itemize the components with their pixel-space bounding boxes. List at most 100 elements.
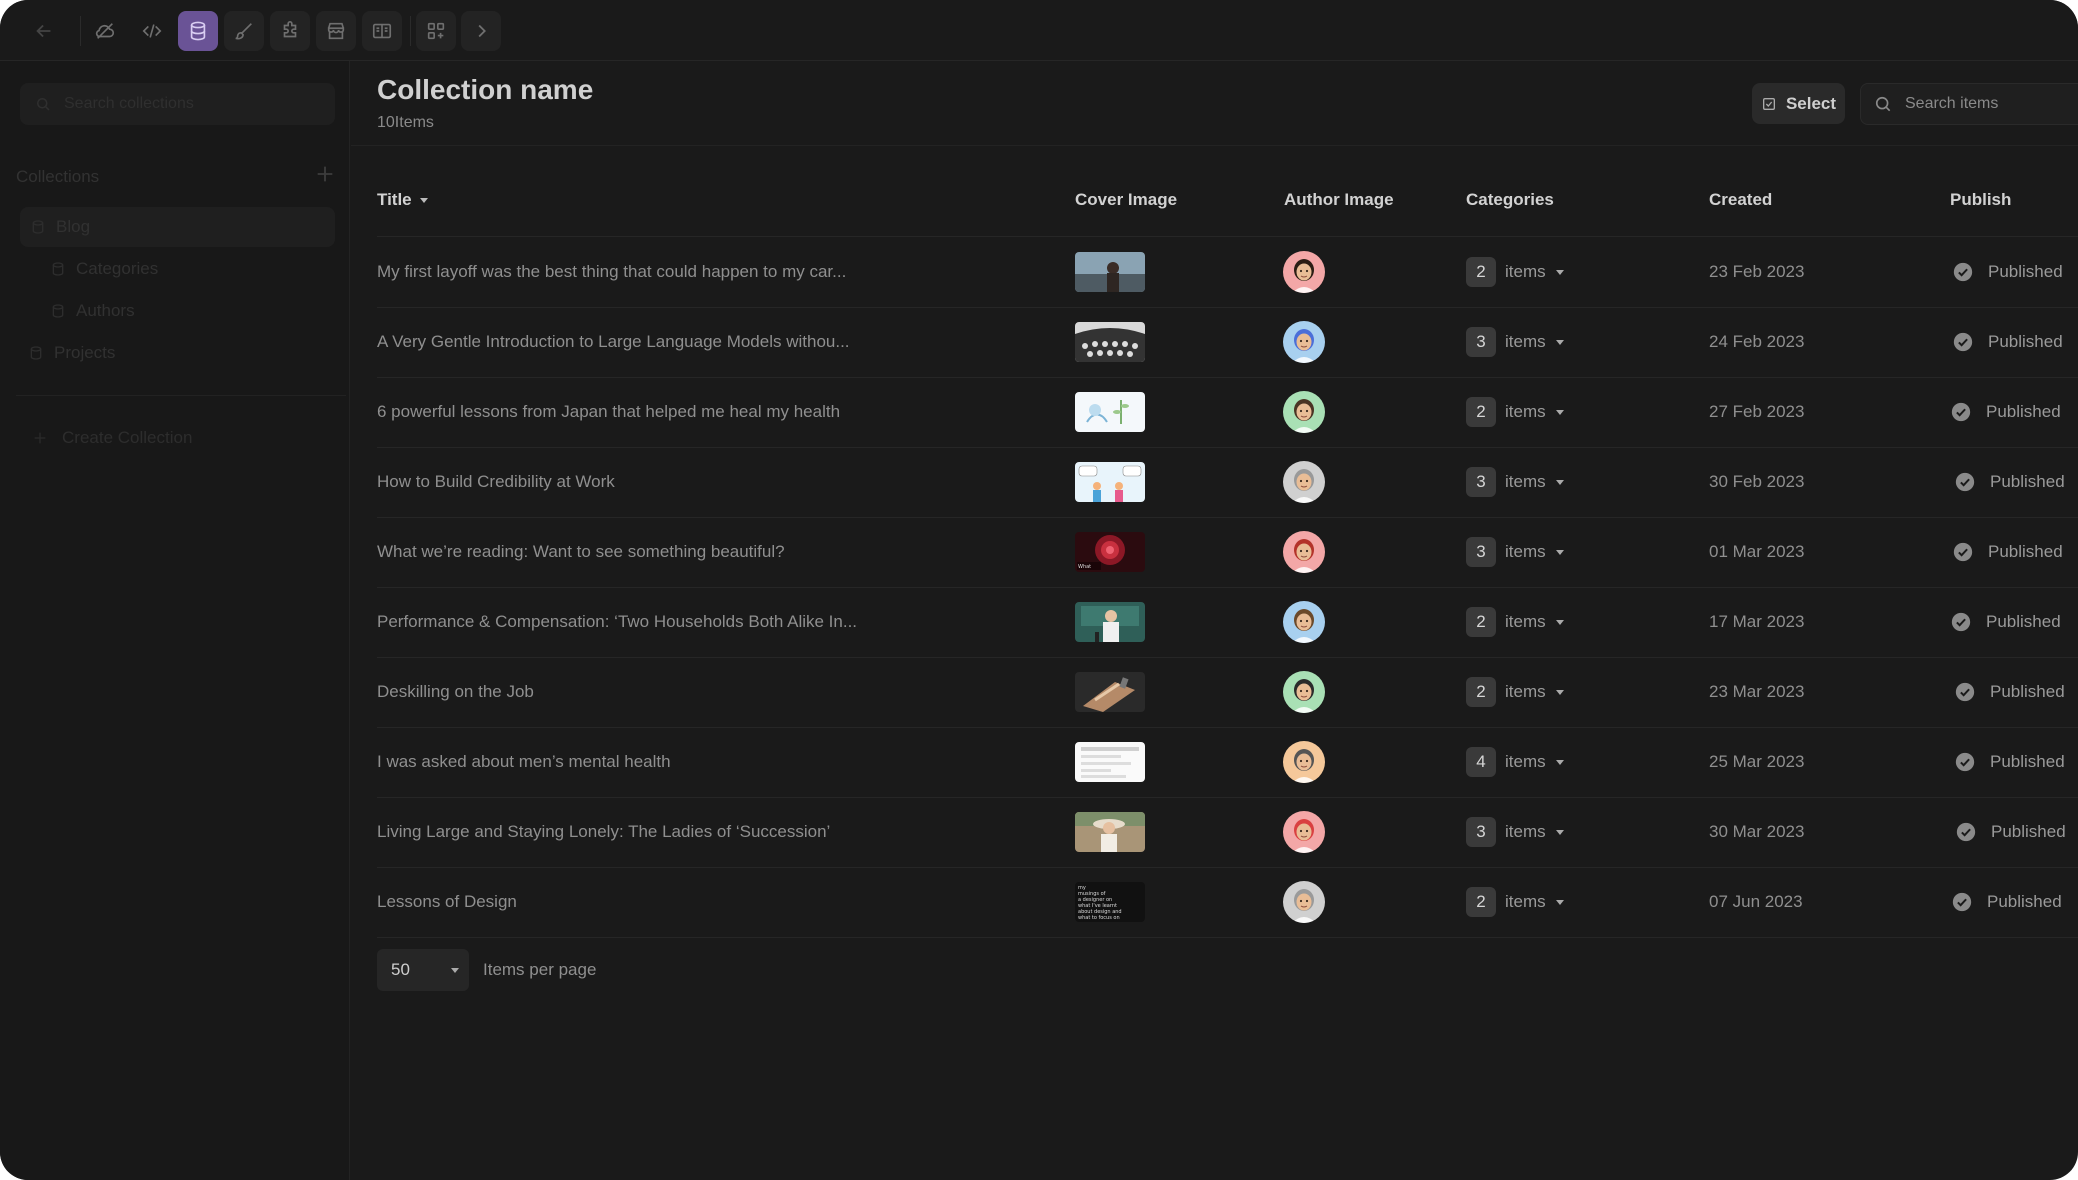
select-button[interactable]: Select bbox=[1752, 83, 1845, 124]
row-title[interactable]: What we’re reading: Want to see somethin… bbox=[377, 517, 785, 587]
table-row[interactable]: 6 powerful lessons from Japan that helpe… bbox=[0, 377, 2078, 447]
code-icon[interactable] bbox=[132, 11, 172, 51]
row-title[interactable]: Deskilling on the Job bbox=[377, 657, 534, 727]
check-circle-icon bbox=[1951, 402, 1971, 422]
category-count-badge: 3 bbox=[1466, 537, 1496, 567]
collections-search-placeholder: Search collections bbox=[64, 95, 194, 112]
author-image-cell bbox=[1283, 237, 1325, 307]
categories-dropdown[interactable]: 3 items bbox=[1466, 517, 1566, 587]
author-image-cell bbox=[1283, 587, 1325, 657]
status-badge: Published bbox=[1988, 542, 2063, 561]
brush-icon[interactable] bbox=[224, 11, 264, 51]
back-arrow-icon[interactable] bbox=[24, 11, 64, 51]
categories-dropdown[interactable]: 2 items bbox=[1466, 377, 1566, 447]
caret-down-icon bbox=[1555, 410, 1564, 415]
publish-status: Published bbox=[1954, 447, 2065, 517]
search-items-input[interactable]: Search items bbox=[1860, 83, 2078, 125]
category-items-label: items bbox=[1505, 612, 1546, 631]
row-title[interactable]: I was asked about men’s mental health bbox=[377, 727, 671, 797]
avatar bbox=[1283, 811, 1325, 853]
avatar bbox=[1283, 321, 1325, 363]
categories-dropdown[interactable]: 2 items bbox=[1466, 867, 1566, 937]
page-title: Collection name bbox=[377, 74, 594, 105]
check-circle-icon bbox=[1955, 682, 1975, 702]
categories-dropdown[interactable]: 3 items bbox=[1466, 447, 1566, 517]
table-row[interactable]: Lessons of Design my musings of a designer … bbox=[0, 867, 2078, 937]
table-row[interactable]: I was asked about men’s mental health 4 it… bbox=[0, 727, 2078, 797]
publish-status: Published bbox=[1950, 587, 2061, 657]
apps-add-icon[interactable] bbox=[416, 11, 456, 51]
categories-dropdown[interactable]: 3 items bbox=[1466, 797, 1566, 867]
search-icon bbox=[1875, 96, 1891, 112]
toolbar-divider bbox=[80, 16, 81, 46]
created-date: 23 Mar 2023 bbox=[1709, 682, 1805, 701]
created-date: 30 Feb 2023 bbox=[1709, 472, 1805, 491]
publish-status: Published bbox=[1952, 517, 2063, 587]
status-badge: Published bbox=[1990, 752, 2065, 771]
database-icon bbox=[32, 220, 44, 234]
items-per-page-select[interactable]: 50 bbox=[377, 949, 469, 991]
toolbar-divider bbox=[410, 16, 411, 46]
book-icon[interactable] bbox=[362, 11, 402, 51]
created-date: 17 Mar 2023 bbox=[1709, 612, 1805, 631]
table-row[interactable]: Living Large and Staying Lonely: The Lad… bbox=[0, 797, 2078, 867]
table-row[interactable]: What we’re reading: Want to see somethin… bbox=[0, 517, 2078, 587]
category-items-label: items bbox=[1505, 892, 1546, 911]
cover-image-cell bbox=[1075, 447, 1145, 517]
created-date: 24 Feb 2023 bbox=[1709, 332, 1805, 351]
items-per-page-value: 50 bbox=[391, 960, 410, 979]
table-row[interactable]: A Very Gentle Introduction to Large Lang… bbox=[0, 307, 2078, 377]
row-title[interactable]: My first layoff was the best thing that … bbox=[377, 237, 846, 307]
cover-image-cell bbox=[1075, 377, 1145, 447]
row-title[interactable]: Performance & Compensation: ‘Two Househo… bbox=[377, 587, 857, 657]
author-image-cell bbox=[1283, 727, 1325, 797]
categories-dropdown[interactable]: 3 items bbox=[1466, 307, 1566, 377]
database-icon[interactable] bbox=[178, 11, 218, 51]
table-row[interactable]: Deskilling on the Job 2 items 23 Mar 2023 Pu… bbox=[0, 657, 2078, 727]
categories-dropdown[interactable]: 2 items bbox=[1466, 657, 1566, 727]
search-icon bbox=[37, 98, 50, 111]
created-date: 23 Feb 2023 bbox=[1709, 262, 1805, 281]
avatar bbox=[1283, 251, 1325, 293]
add-collection-icon[interactable] bbox=[314, 163, 336, 185]
status-badge: Published bbox=[1988, 332, 2063, 351]
chevron-right-icon[interactable] bbox=[461, 11, 501, 51]
categories-dropdown[interactable]: 2 items bbox=[1466, 237, 1566, 307]
cover-image-thumbnail bbox=[1075, 322, 1145, 362]
category-count-badge: 3 bbox=[1466, 817, 1496, 847]
table-row[interactable]: Performance & Compensation: ‘Two Househo… bbox=[0, 587, 2078, 657]
category-count-badge: 4 bbox=[1466, 747, 1496, 777]
cover-image-thumbnail: my musings of a designer on what I've learn… bbox=[1075, 882, 1145, 922]
store-icon[interactable] bbox=[316, 11, 356, 51]
row-title[interactable]: A Very Gentle Introduction to Large Lang… bbox=[377, 307, 850, 377]
category-count-badge: 2 bbox=[1466, 677, 1496, 707]
category-items-label: items bbox=[1505, 542, 1546, 561]
svg-text:what to focus on: what to focus on bbox=[1078, 915, 1120, 921]
check-circle-icon bbox=[1953, 332, 1973, 352]
cover-image-cell bbox=[1075, 797, 1145, 867]
check-circle-icon bbox=[1951, 612, 1971, 632]
caret-down-icon bbox=[1555, 900, 1564, 905]
cover-image-cell bbox=[1075, 307, 1145, 377]
collections-search-input[interactable]: Search collections bbox=[20, 83, 335, 125]
check-circle-icon bbox=[1955, 472, 1975, 492]
created-date: 25 Mar 2023 bbox=[1709, 752, 1805, 771]
collections-heading: Collections bbox=[16, 167, 100, 186]
column-header-author-image: Author Image bbox=[1284, 190, 1394, 209]
column-header-categories: Categories bbox=[1466, 190, 1554, 209]
table-row[interactable]: My first layoff was the best thing that … bbox=[0, 237, 2078, 307]
cloud-icon[interactable] bbox=[85, 11, 125, 51]
check-circle-icon bbox=[1955, 752, 1975, 772]
avatar bbox=[1283, 461, 1325, 503]
row-title[interactable]: How to Build Credibility at Work bbox=[377, 447, 615, 517]
row-title[interactable]: 6 powerful lessons from Japan that helpe… bbox=[377, 377, 840, 447]
puzzle-icon[interactable] bbox=[270, 11, 310, 51]
row-title[interactable]: Living Large and Staying Lonely: The Lad… bbox=[377, 797, 830, 867]
row-title[interactable]: Lessons of Design bbox=[377, 867, 517, 937]
sidebar-item-label: Blog bbox=[56, 217, 91, 236]
author-image-cell bbox=[1283, 307, 1325, 377]
table-row[interactable]: How to Build Credibility at Work 3 items 30… bbox=[0, 447, 2078, 517]
categories-dropdown[interactable]: 4 items bbox=[1466, 727, 1566, 797]
categories-dropdown[interactable]: 2 items bbox=[1466, 587, 1566, 657]
column-header-title[interactable]: Title bbox=[377, 190, 430, 210]
